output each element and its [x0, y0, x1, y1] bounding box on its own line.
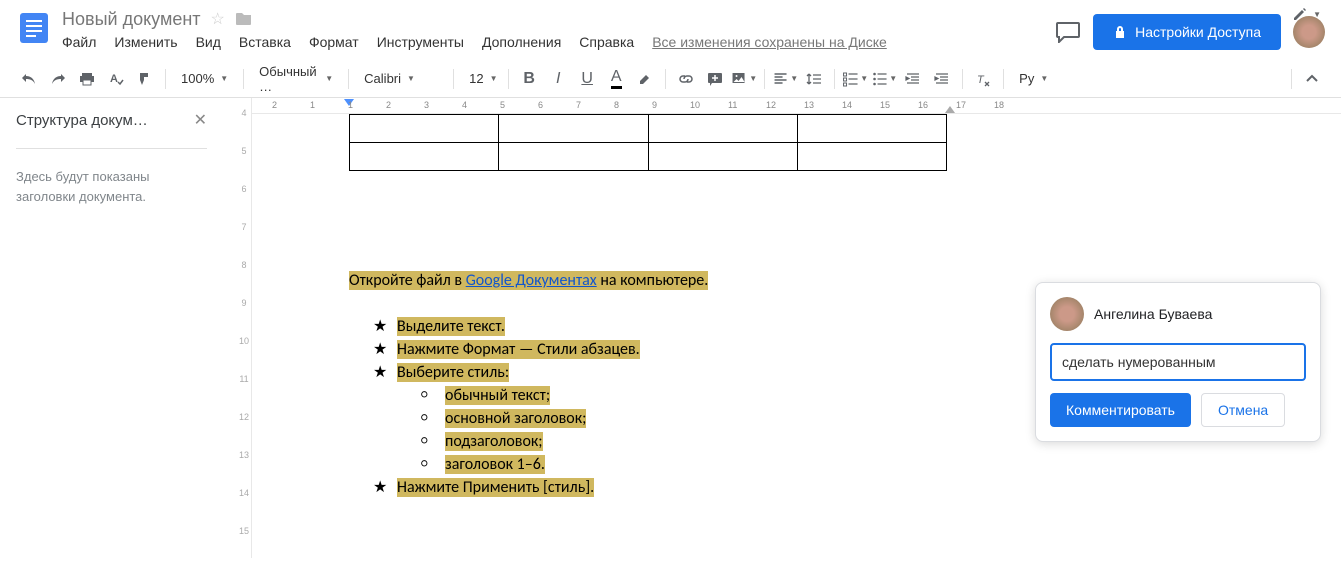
menu-file[interactable]: Файл — [62, 34, 96, 50]
vertical-ruler[interactable]: 456789101112131415 — [236, 98, 252, 558]
link-button[interactable] — [673, 66, 699, 92]
save-status[interactable]: Все изменения сохранены на Диске — [652, 34, 887, 50]
outline-empty-text: Здесь будут показаны заголовки документа… — [16, 167, 207, 206]
undo-button[interactable] — [16, 66, 42, 92]
menu-format[interactable]: Формат — [309, 34, 359, 50]
star-icon[interactable]: ☆ — [211, 9, 225, 29]
underline-button[interactable]: U — [574, 66, 600, 92]
menu-addons[interactable]: Дополнения — [482, 34, 561, 50]
outline-panel: Структура докум… ✕ Здесь будут показаны … — [0, 98, 223, 558]
doc-title[interactable]: Новый документ — [62, 9, 201, 30]
italic-button[interactable]: I — [545, 66, 571, 92]
menu-help[interactable]: Справка — [579, 34, 634, 50]
zoom-select[interactable]: 100%▼ — [173, 66, 236, 92]
font-select[interactable]: Calibri▼ — [356, 66, 446, 92]
insert-image-button[interactable]: ▼ — [731, 66, 757, 92]
lock-icon — [1113, 25, 1127, 39]
bold-button[interactable]: B — [516, 66, 542, 92]
doc-link[interactable]: Google Документах — [466, 271, 597, 290]
print-button[interactable] — [74, 66, 100, 92]
document-table[interactable] — [349, 114, 947, 171]
bulleted-list-button[interactable]: ▼ — [871, 66, 897, 92]
font-size-select[interactable]: 12▼ — [461, 66, 501, 92]
checklist-button[interactable]: ▼ — [842, 66, 868, 92]
text-color-button[interactable]: A — [603, 66, 629, 92]
share-button[interactable]: Настройки Доступа — [1093, 14, 1281, 50]
svg-text:A: A — [110, 73, 118, 85]
hide-menus-button[interactable] — [1299, 66, 1325, 92]
indent-marker-right[interactable] — [945, 106, 955, 113]
comments-icon[interactable] — [1055, 21, 1081, 43]
outline-title: Структура докум… — [16, 112, 148, 129]
styles-select[interactable]: Обычный …▼ — [251, 66, 341, 92]
redo-button[interactable] — [45, 66, 71, 92]
line-spacing-button[interactable] — [801, 66, 827, 92]
menu-bar: Файл Изменить Вид Вставка Формат Инструм… — [62, 34, 1055, 50]
outline-close-button[interactable]: ✕ — [194, 110, 207, 130]
menu-tools[interactable]: Инструменты — [377, 34, 464, 50]
svg-text:T: T — [977, 74, 985, 86]
document-body[interactable]: Откройте файл в Google Документах на ком… — [349, 269, 708, 499]
doc-info: Новый документ ☆ Файл Изменить Вид Встав… — [62, 8, 1055, 50]
folder-icon[interactable] — [235, 11, 253, 27]
decrease-indent-button[interactable] — [900, 66, 926, 92]
editing-mode-button[interactable]: ▼ — [1291, 5, 1321, 23]
comment-author-avatar — [1050, 297, 1084, 331]
comment-cancel-button[interactable]: Отмена — [1201, 393, 1285, 427]
docs-logo-icon[interactable] — [16, 10, 52, 46]
paint-format-button[interactable] — [132, 66, 158, 92]
menu-view[interactable]: Вид — [196, 34, 221, 50]
toolbar: A 100%▼ Обычный …▼ Calibri▼ 12▼ B I U A … — [0, 60, 1341, 98]
menu-edit[interactable]: Изменить — [114, 34, 177, 50]
menu-insert[interactable]: Вставка — [239, 34, 291, 50]
input-tools-button[interactable]: Ру▼ — [1011, 66, 1056, 92]
align-button[interactable]: ▼ — [772, 66, 798, 92]
highlight-color-button[interactable] — [632, 66, 658, 92]
add-comment-button[interactable] — [702, 66, 728, 92]
comment-input[interactable] — [1050, 343, 1306, 381]
comment-popup: Ангелина Буваева Комментировать Отмена — [1035, 282, 1321, 442]
increase-indent-button[interactable] — [929, 66, 955, 92]
horizontal-ruler[interactable]: 21123456789101112131415161718 — [252, 98, 1341, 114]
spellcheck-button[interactable]: A — [103, 66, 129, 92]
pencil-icon — [1291, 5, 1309, 23]
clear-formatting-button[interactable]: T — [970, 66, 996, 92]
header: Новый документ ☆ Файл Изменить Вид Встав… — [0, 0, 1341, 60]
comment-submit-button[interactable]: Комментировать — [1050, 393, 1191, 427]
comment-author-name: Ангелина Буваева — [1094, 306, 1212, 322]
